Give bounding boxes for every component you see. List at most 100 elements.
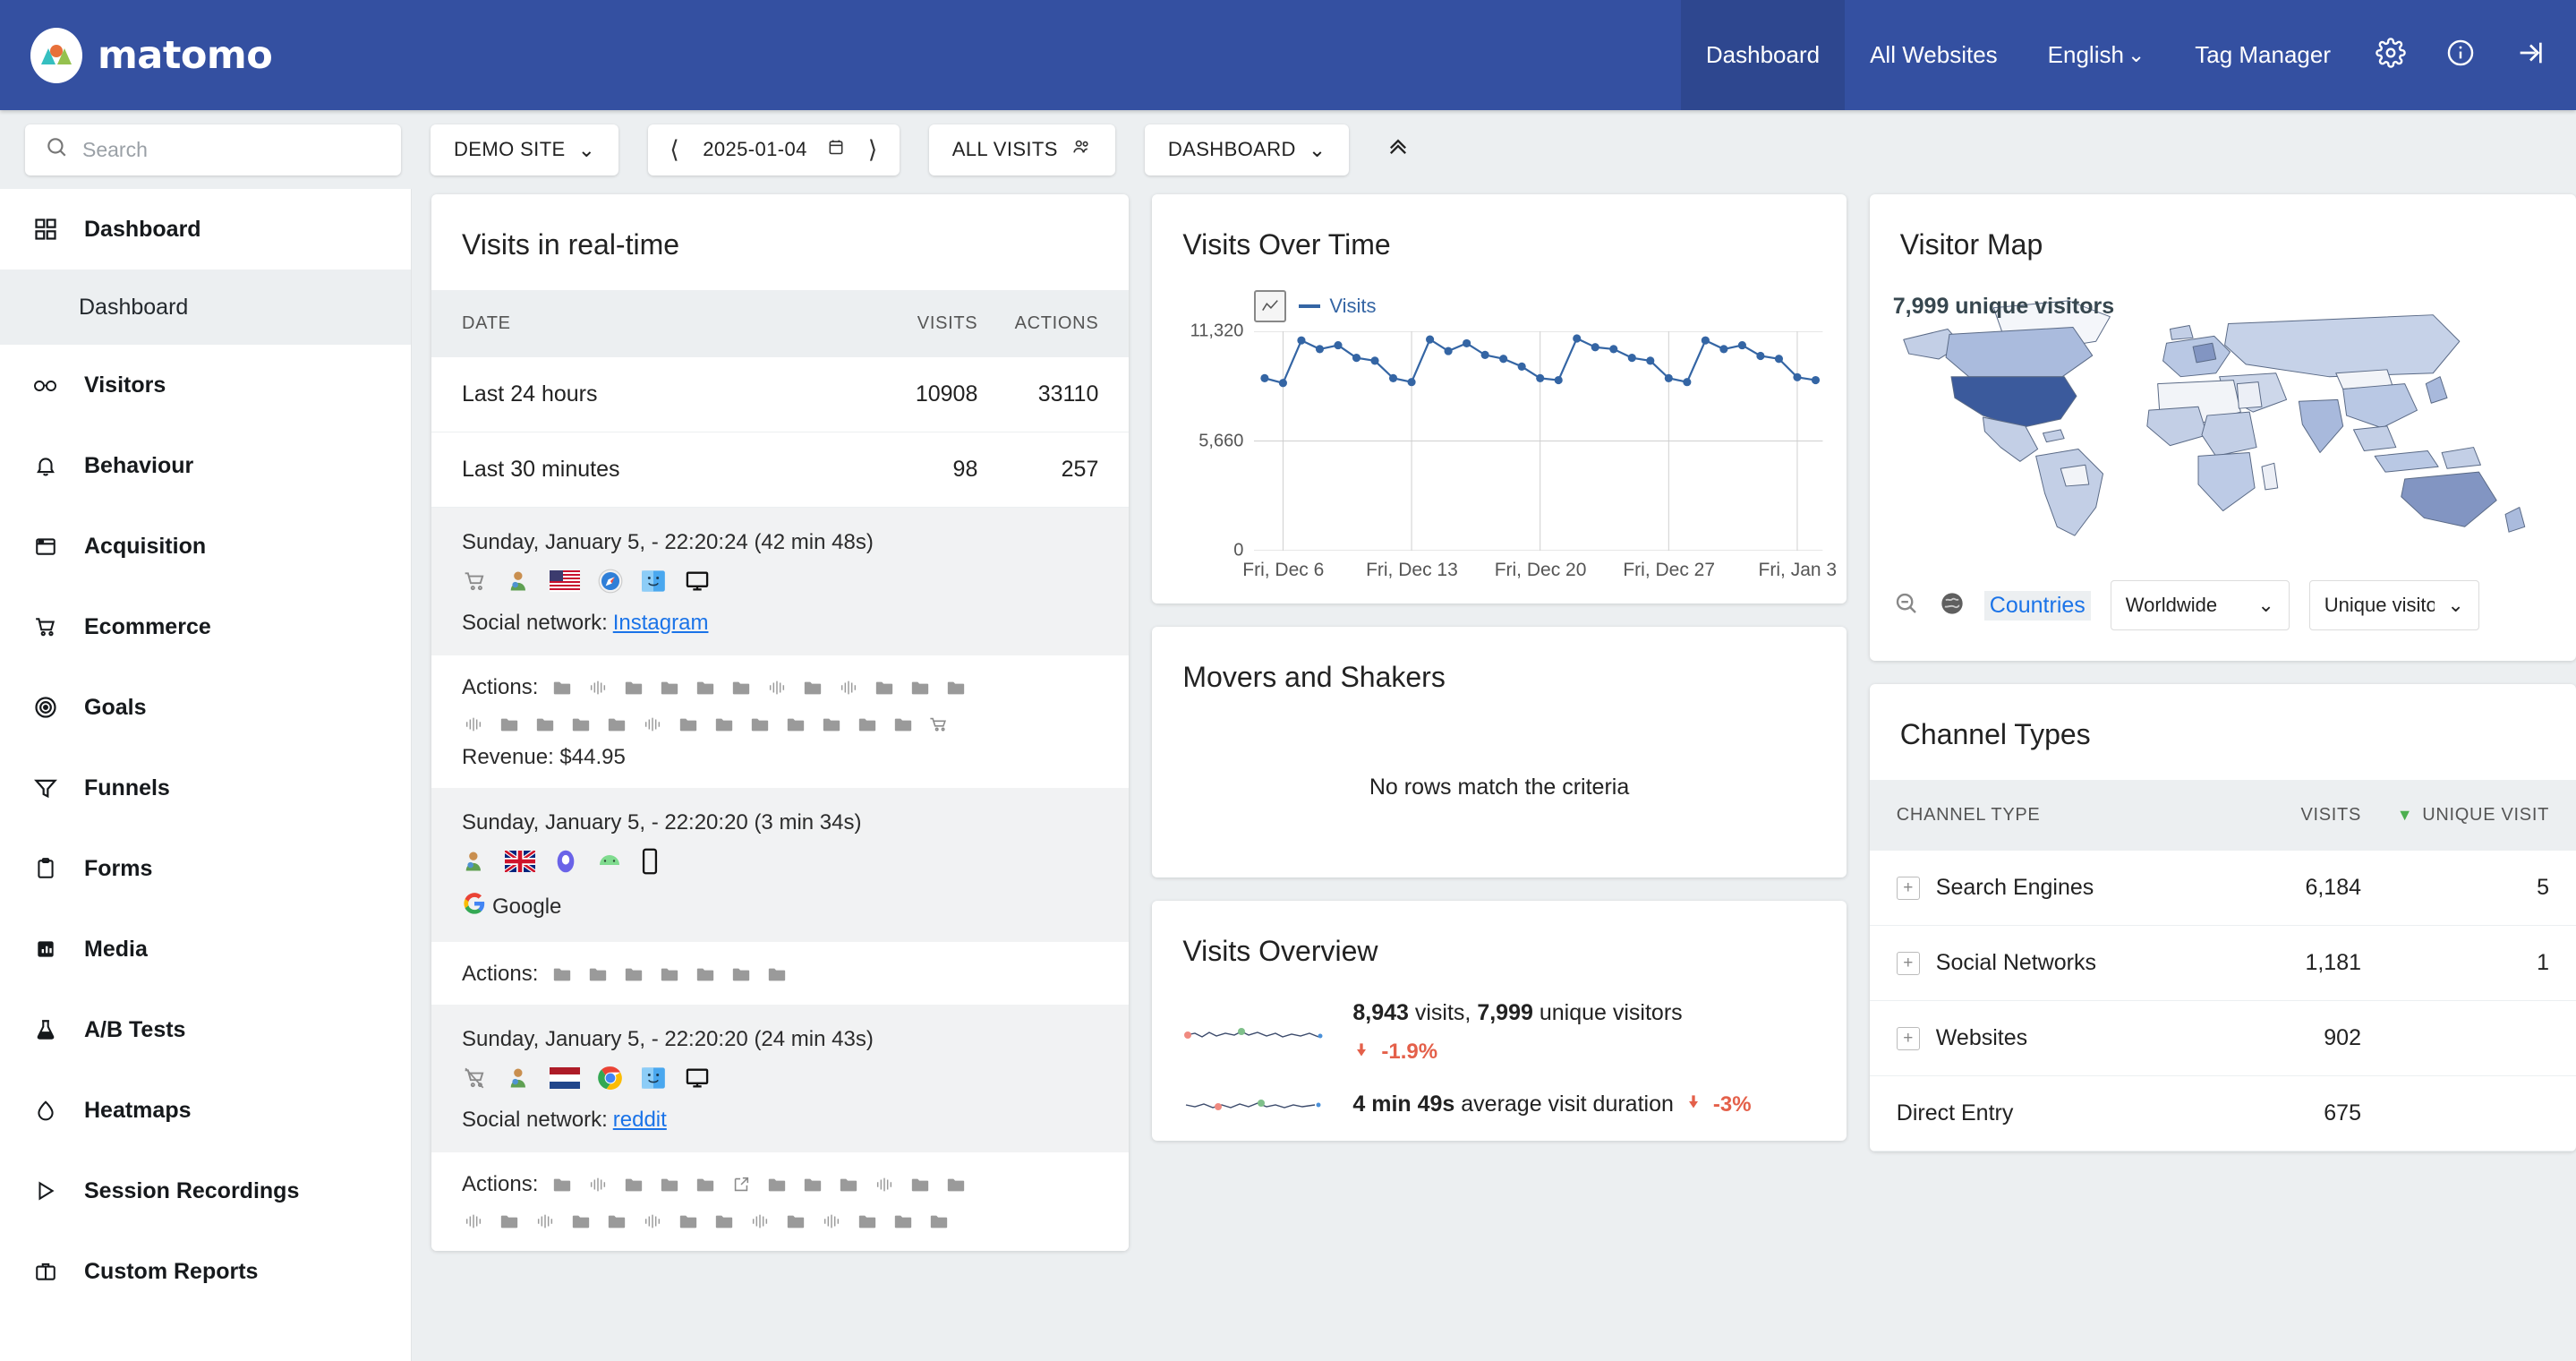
visit-entry[interactable]: Sunday, January 5, - 22:20:24 (42 min 48… [431, 508, 1129, 655]
previous-period-button[interactable]: ⟨ [666, 136, 683, 164]
page-icon[interactable] [856, 1210, 879, 1233]
map-zoom-level-link[interactable]: Countries [1984, 591, 2091, 621]
table-row[interactable]: Last 24 hours 10908 33110 [431, 357, 1129, 432]
date-selector[interactable]: ⟨ 2025-01-04 ⟩ [648, 124, 899, 175]
visit-entry[interactable]: Sunday, January 5, - 22:20:20 (24 min 43… [431, 1005, 1129, 1152]
sidebar-item-acquisition[interactable]: Acquisition [0, 506, 411, 586]
page-icon[interactable] [712, 1210, 736, 1233]
topnav-item-tag-manager[interactable]: Tag Manager [2170, 0, 2356, 110]
page-icon[interactable] [801, 1173, 824, 1196]
sidebar-item-dashboard[interactable]: Dashboard [0, 189, 411, 270]
sidebar-item-custom-reports[interactable]: Custom Reports [0, 1231, 411, 1312]
page-icon[interactable] [927, 1210, 951, 1233]
search-input[interactable] [82, 138, 378, 162]
topnav-item-dashboard[interactable]: Dashboard [1681, 0, 1845, 110]
page-icon[interactable] [550, 1173, 574, 1196]
page-icon[interactable] [944, 1173, 968, 1196]
page-icon[interactable] [944, 676, 968, 699]
topnav-item-all-websites[interactable]: All Websites [1845, 0, 2023, 110]
site-search-icon[interactable] [462, 713, 485, 736]
column-header-unique-visitors[interactable]: ▼ UNIQUE VISIT [2361, 805, 2549, 826]
dashboard-selector[interactable]: DASHBOARD ⌄ [1145, 124, 1350, 175]
collapse-toolbar-button[interactable] [1378, 133, 1418, 166]
sidebar-item-media[interactable]: Media [0, 909, 411, 989]
page-icon[interactable] [605, 713, 628, 736]
legend-entry-visits[interactable]: Visits [1299, 295, 1376, 318]
page-icon[interactable] [658, 1173, 681, 1196]
next-period-button[interactable]: ⟩ [865, 136, 882, 164]
site-search-icon[interactable] [765, 676, 789, 699]
table-row[interactable]: Last 30 minutes 98 257 [431, 432, 1129, 508]
page-icon[interactable] [765, 1173, 789, 1196]
help-button[interactable] [2426, 0, 2495, 110]
site-search-icon[interactable] [837, 676, 860, 699]
page-icon[interactable] [569, 1210, 593, 1233]
page-icon[interactable] [820, 713, 843, 736]
map-region-select[interactable]: Worldwide ⌄ [2111, 580, 2290, 630]
expand-row-icon[interactable]: + [1897, 877, 1920, 900]
column-header-channel-type[interactable]: CHANNEL TYPE [1897, 805, 2227, 826]
page-icon[interactable] [891, 713, 915, 736]
page-icon[interactable] [729, 963, 753, 986]
ecommerce-order-icon[interactable] [927, 713, 951, 736]
zoom-out-icon[interactable] [1893, 590, 1920, 621]
app-logo[interactable]: matomo [0, 28, 272, 83]
page-icon[interactable] [622, 1173, 645, 1196]
site-search-icon[interactable] [533, 1210, 557, 1233]
site-search-icon[interactable] [586, 676, 610, 699]
referrer-link[interactable]: Instagram [613, 611, 709, 636]
table-row[interactable]: + Websites 902 [1870, 1001, 2576, 1076]
page-icon[interactable] [873, 676, 896, 699]
page-icon[interactable] [622, 963, 645, 986]
page-icon[interactable] [784, 713, 807, 736]
page-icon[interactable] [801, 676, 824, 699]
site-search-icon[interactable] [641, 713, 664, 736]
page-icon[interactable] [748, 713, 772, 736]
sidebar-item-funnels[interactable]: Funnels [0, 748, 411, 828]
page-icon[interactable] [694, 963, 717, 986]
site-search-icon[interactable] [586, 1173, 610, 1196]
page-icon[interactable] [729, 676, 753, 699]
page-icon[interactable] [694, 1173, 717, 1196]
sidebar-item-behaviour[interactable]: Behaviour [0, 425, 411, 506]
site-search-icon[interactable] [873, 1173, 896, 1196]
page-icon[interactable] [658, 963, 681, 986]
sidebar-item-session-recordings[interactable]: Session Recordings [0, 1151, 411, 1231]
page-icon[interactable] [569, 713, 593, 736]
page-icon[interactable] [677, 713, 700, 736]
segment-selector[interactable]: ALL VISITS [929, 124, 1115, 175]
sidebar-item-ab-tests[interactable]: A/B Tests [0, 989, 411, 1070]
outlink-icon[interactable] [729, 1173, 753, 1196]
page-icon[interactable] [498, 1210, 521, 1233]
page-icon[interactable] [533, 713, 557, 736]
page-icon[interactable] [605, 1210, 628, 1233]
page-icon[interactable] [908, 1173, 932, 1196]
site-search-icon[interactable] [641, 1210, 664, 1233]
page-icon[interactable] [694, 676, 717, 699]
map-metric-select[interactable]: Unique visitors ⌄ [2309, 580, 2479, 630]
search-box[interactable] [25, 124, 401, 175]
page-icon[interactable] [784, 1210, 807, 1233]
visitor-map-canvas[interactable]: 7,999 unique visitors [1870, 290, 2576, 559]
page-icon[interactable] [658, 676, 681, 699]
site-search-icon[interactable] [462, 1210, 485, 1233]
page-icon[interactable] [908, 676, 932, 699]
site-search-icon[interactable] [820, 1210, 843, 1233]
site-selector[interactable]: DEMO SITE ⌄ [431, 124, 618, 175]
table-row[interactable]: + Search Engines 6,184 5 [1870, 851, 2576, 926]
referrer-link[interactable]: reddit [613, 1108, 667, 1133]
sidebar-item-forms[interactable]: Forms [0, 828, 411, 909]
sidebar-item-heatmaps[interactable]: Heatmaps [0, 1070, 411, 1151]
signout-button[interactable] [2495, 0, 2576, 110]
column-header-visits[interactable]: VISITS [2227, 805, 2361, 826]
page-icon[interactable] [586, 963, 610, 986]
page-icon[interactable] [622, 676, 645, 699]
page-icon[interactable] [765, 963, 789, 986]
sidebar-item-goals[interactable]: Goals [0, 667, 411, 748]
page-icon[interactable] [550, 963, 574, 986]
sidebar-item-ecommerce[interactable]: Ecommerce [0, 586, 411, 667]
site-search-icon[interactable] [748, 1210, 772, 1233]
page-icon[interactable] [677, 1210, 700, 1233]
visit-entry[interactable]: Sunday, January 5, - 22:20:20 (3 min 34s… [431, 788, 1129, 942]
page-icon[interactable] [550, 676, 574, 699]
